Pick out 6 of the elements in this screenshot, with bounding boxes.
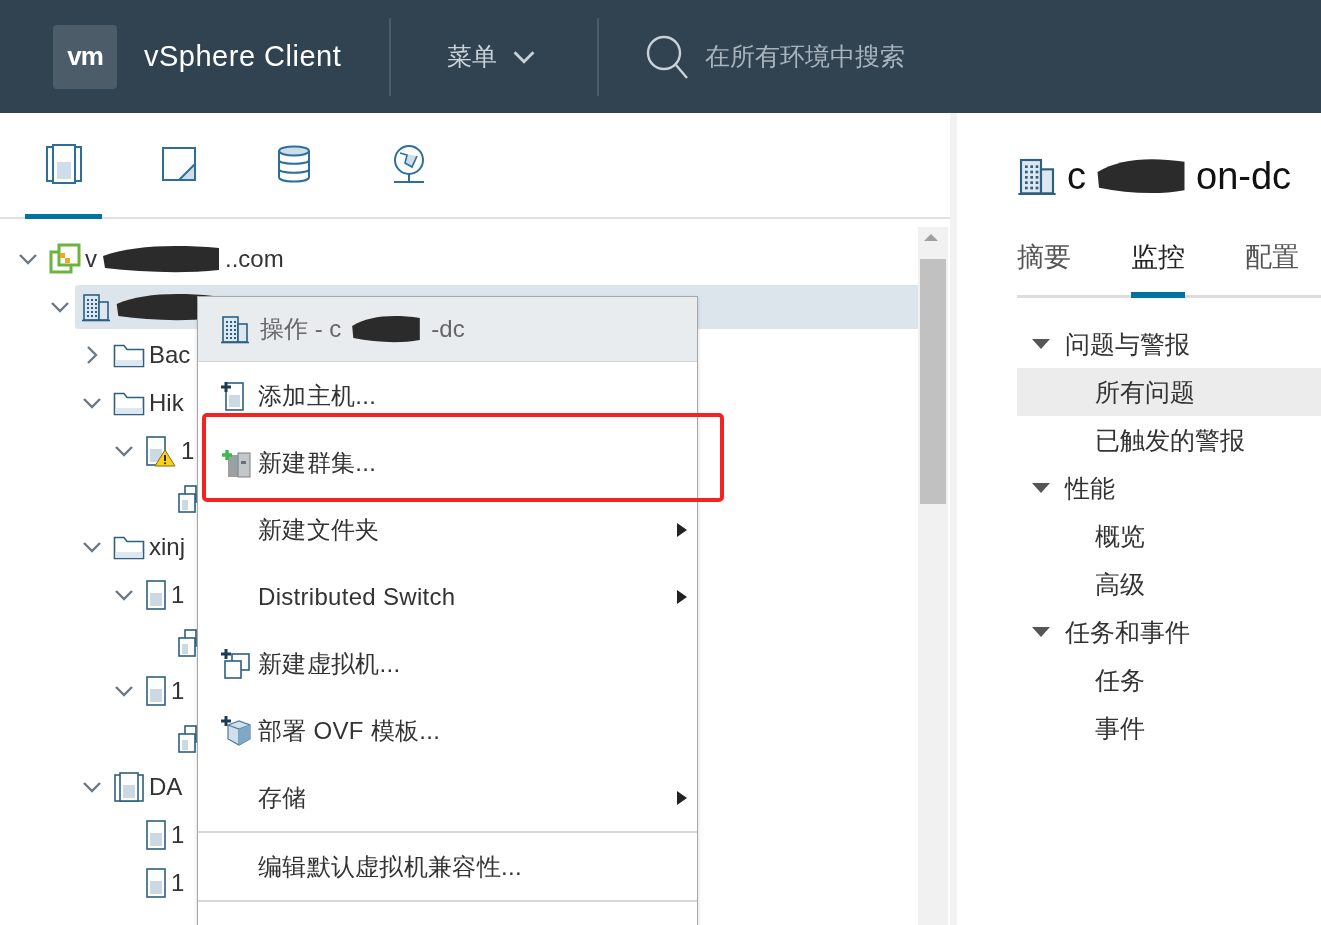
menu-title: 操作 - c [260, 314, 342, 344]
object-title: c [1067, 154, 1086, 198]
logo: vm [53, 24, 117, 89]
app-title: vSphere Client [144, 40, 342, 73]
object-title: on-dc [1196, 154, 1292, 198]
menu-title: -dc [431, 315, 465, 343]
